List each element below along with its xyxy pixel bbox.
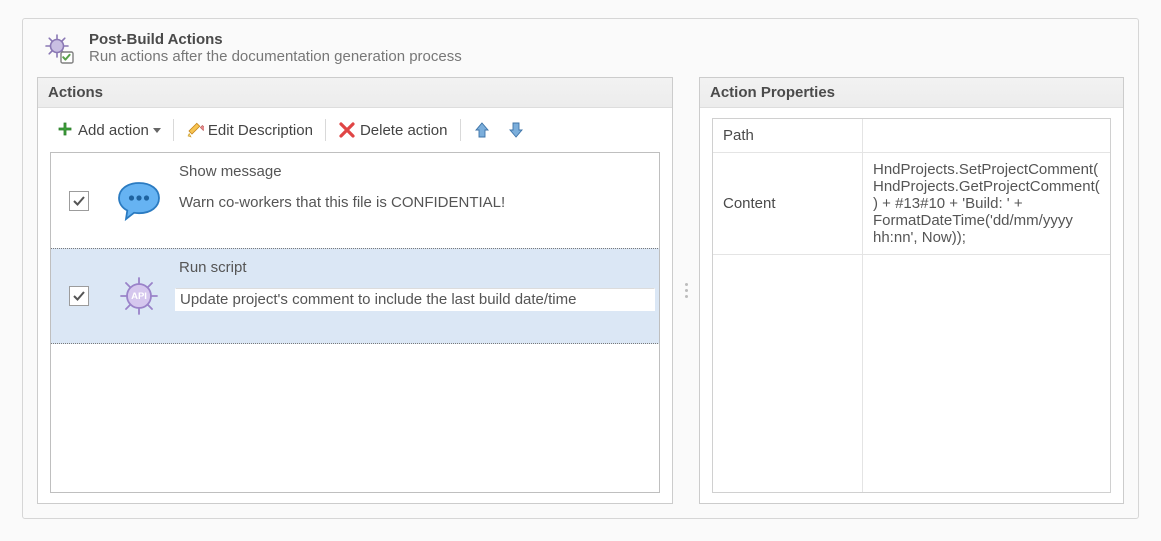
properties-grid: Path Content HndProjects.SetProjectComme… — [712, 118, 1111, 493]
pencil-icon — [186, 121, 204, 139]
property-row[interactable]: Path — [713, 119, 1110, 153]
property-name: Content — [713, 153, 863, 254]
delete-x-icon — [338, 121, 356, 139]
add-action-button[interactable]: Add action — [50, 118, 167, 142]
move-up-button[interactable] — [467, 118, 497, 142]
actions-section-title: Actions — [38, 78, 672, 108]
delete-action-button[interactable]: Delete action — [332, 118, 454, 142]
svg-text:API: API — [131, 291, 147, 302]
plus-icon — [56, 121, 74, 139]
action-row[interactable]: API Run script Update project's comment … — [50, 248, 660, 344]
panel-header: Post-Build Actions Run actions after the… — [41, 31, 1120, 67]
speech-icon — [115, 177, 163, 225]
move-down-button[interactable] — [501, 118, 531, 142]
action-enable-checkbox[interactable] — [69, 191, 89, 211]
action-description: Update project's comment to include the … — [175, 288, 655, 311]
edit-description-button[interactable]: Edit Description — [180, 118, 319, 142]
api-gear-icon: API — [115, 272, 163, 320]
actions-section: Actions Add action — [37, 77, 673, 504]
dropdown-caret-icon — [153, 128, 161, 133]
panel-title: Post-Build Actions — [89, 31, 462, 48]
action-enable-checkbox[interactable] — [69, 286, 89, 306]
action-description: Warn co-workers that this file is CONFID… — [179, 194, 651, 211]
properties-section-title: Action Properties — [700, 78, 1123, 108]
properties-section: Action Properties Path Content HndProjec… — [699, 77, 1124, 504]
arrow-down-icon — [507, 121, 525, 139]
panel-subtitle: Run actions after the documentation gene… — [89, 48, 462, 65]
property-value[interactable]: HndProjects.SetProjectComment(HndProject… — [863, 153, 1110, 254]
arrow-up-icon — [473, 121, 491, 139]
action-type-label: Run script — [179, 259, 651, 276]
property-value[interactable] — [863, 119, 1110, 152]
actions-list: Show message Warn co-workers that this f… — [50, 152, 660, 493]
property-row[interactable]: Content HndProjects.SetProjectComment(Hn… — [713, 153, 1110, 255]
property-name: Path — [713, 119, 863, 152]
pane-splitter[interactable] — [683, 77, 689, 504]
actions-toolbar: Add action — [50, 118, 660, 142]
action-row[interactable]: Show message Warn co-workers that this f… — [51, 153, 659, 249]
action-type-label: Show message — [179, 163, 651, 180]
gear-check-icon — [41, 31, 77, 67]
